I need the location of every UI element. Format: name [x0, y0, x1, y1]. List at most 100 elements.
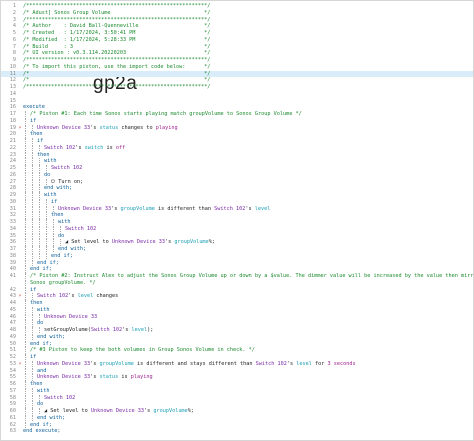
token-keyword: with	[37, 387, 50, 394]
code-line[interactable]: 55 Unknown Device 33's status is playing	[1, 374, 473, 381]
code-line[interactable]: 63 end execute;	[1, 428, 473, 434]
code-line[interactable]: 36 ◢ Set level to Unknown Device 33's gro…	[1, 239, 473, 246]
code-line[interactable]: 39 end if;	[1, 259, 473, 266]
code-line[interactable]: 45 with	[1, 306, 473, 314]
code-line[interactable]: 8 /* UI version : v0.3.114.20220203 */	[1, 50, 473, 56]
token-keyword: if	[37, 138, 44, 144]
code-line[interactable]: 57 with	[1, 387, 473, 395]
code-text: /* #3 Piston to keep the both volumes in…	[30, 347, 473, 353]
code-text: then	[30, 131, 473, 137]
token-attr: level	[254, 205, 271, 212]
code-line[interactable]: 49 end with;	[1, 333, 473, 341]
warning-icon[interactable]: ⚡	[18, 293, 22, 299]
code-line[interactable]: 38 end if;	[1, 252, 473, 260]
indent-guide	[39, 327, 40, 334]
code-text: Unknown Device 33	[44, 314, 473, 320]
indent-guide	[32, 219, 33, 226]
code-line[interactable]: 17 /* Piston #1: Each time Sonos starts p…	[1, 111, 473, 118]
code-line[interactable]: 56 then	[1, 381, 473, 388]
line-number: 25	[9, 165, 16, 171]
code-line[interactable]: 52 if	[1, 354, 473, 361]
code-line[interactable]: 61 end with;	[1, 414, 473, 422]
code-line[interactable]: 47 do	[1, 320, 473, 327]
indent-guide	[25, 239, 26, 246]
code-line[interactable]: 3 /**************************************…	[1, 17, 473, 23]
code-line[interactable]: 28 end with;	[1, 185, 473, 192]
code-line[interactable]: 50 end if;	[1, 340, 473, 347]
code-line[interactable]: Sonos groupVolume. */	[1, 279, 473, 287]
code-line[interactable]: 2 /* Adust] Sonos Group Volume */	[1, 10, 473, 16]
code-line[interactable]: 54 and	[1, 367, 473, 374]
code-line[interactable]: 48 setGroupVolume(Switch 102's level);	[1, 327, 473, 334]
code-line[interactable]: 60 ◢ Set level to Unknown Device 33's gro…	[1, 408, 473, 415]
indent-guide	[25, 252, 26, 260]
code-line[interactable]: 21 if	[1, 138, 473, 145]
code-text: setGroupVolume(Switch 102's level);	[44, 327, 473, 333]
code-line[interactable]: 62 end if;	[1, 421, 473, 428]
code-line[interactable]: 31 Unknown Device 33 's groupVolume is dif…	[1, 205, 473, 212]
code-line[interactable]: 58 Switch 102	[1, 394, 473, 401]
token-keyword: with	[44, 158, 57, 165]
code-text: do	[37, 320, 473, 326]
code-line[interactable]: 46 Unknown Device 33	[1, 313, 473, 320]
code-line[interactable]: 5 /* Created : 1/17/2024, 3:50:41 PM */	[1, 30, 473, 36]
token-attr: groupVolume	[120, 205, 155, 212]
code-line[interactable]: 32 then	[1, 212, 473, 219]
code-line[interactable]: 19 ⚡ Unknown Device 33's status changes to…	[1, 124, 473, 131]
code-editor[interactable]: gp2a 1/*********************************…	[0, 0, 474, 441]
code-text: /***************************************…	[23, 84, 473, 90]
code-line[interactable]: 7 /* Build : 3 */	[1, 44, 473, 50]
line-number: 10	[9, 63, 16, 70]
code-line[interactable]: 12 /* */	[1, 77, 473, 83]
indent-guide	[25, 394, 26, 401]
code-line[interactable]: 42 if	[1, 286, 473, 293]
code-line[interactable]: 16 execute	[1, 104, 473, 110]
code-line[interactable]: 29 with	[1, 192, 473, 199]
code-line[interactable]: 26 do	[1, 171, 473, 179]
code-line[interactable]: 35 do	[1, 232, 473, 239]
indent-guide	[25, 354, 26, 361]
code-line[interactable]: 37 end with;	[1, 246, 473, 253]
code-text: /* Created : 1/17/2024, 3:50:41 PM */	[23, 30, 473, 36]
code-line[interactable]: 15	[1, 98, 473, 104]
code-line[interactable]: 6 /* Modified : 1/17/2024, 5:28:33 PM */	[1, 37, 473, 43]
code-line[interactable]: 22 Switch 102's switch is off	[1, 144, 473, 152]
token-keyword: end if;	[37, 259, 59, 266]
code-line[interactable]: 30 if	[1, 198, 473, 206]
indent-guide	[32, 320, 33, 327]
indent-guide	[32, 367, 33, 374]
code-line[interactable]: 10 /* To import this piston, use the impo…	[1, 64, 473, 70]
code-line[interactable]: 9 /**************************************…	[1, 57, 473, 63]
code-line[interactable]: 41 /* Piston #2: Instruct Alex to adjust …	[1, 273, 473, 280]
line-number: 19	[9, 124, 16, 131]
warning-icon[interactable]: ⚡	[18, 125, 22, 131]
line-number: 39	[9, 259, 16, 266]
code-line[interactable]: 34 Switch 102	[1, 225, 473, 233]
code-line[interactable]: 20 then	[1, 131, 473, 138]
warning-icon[interactable]: ⚡	[18, 361, 22, 367]
code-line[interactable]: 27 ⏻ Turn on;	[1, 178, 473, 185]
code-line[interactable]: 18 if	[1, 117, 473, 125]
code-line[interactable]: 33 with	[1, 219, 473, 226]
code-line[interactable]: 24 with	[1, 158, 473, 165]
indent-guide	[39, 165, 40, 172]
code-line[interactable]: 51 /* #3 Piston to keep the both volumes …	[1, 347, 473, 354]
code-line[interactable]: 14	[1, 91, 473, 97]
indent-guide	[39, 252, 40, 260]
code-line[interactable]: 1 /**************************************…	[1, 3, 473, 9]
code-line[interactable]: 25 Switch 102	[1, 165, 473, 172]
code-line[interactable]: 53 ⚡ Unknown Device 33 's groupVolume is di…	[1, 360, 473, 368]
code-line[interactable]: 11 /* */	[1, 70, 473, 77]
token-plain: Set level to	[71, 239, 112, 246]
code-line[interactable]: 40 end if;	[1, 266, 473, 273]
code-line[interactable]: 4 /* Author : David Ball-Quenneville */	[1, 23, 473, 29]
code-line[interactable]: 23 then	[1, 151, 473, 158]
line-number: 32	[9, 212, 16, 219]
indent-guide	[32, 124, 33, 131]
code-line[interactable]: 59 do	[1, 401, 473, 408]
code-text: Switch 102	[65, 226, 473, 232]
token-keyword: end with;	[58, 246, 87, 252]
code-line[interactable]: 13 /*************************************…	[1, 84, 473, 90]
code-line[interactable]: 44 then	[1, 300, 473, 307]
code-line[interactable]: 43 ⚡ Switch 102's level changes	[1, 293, 473, 300]
